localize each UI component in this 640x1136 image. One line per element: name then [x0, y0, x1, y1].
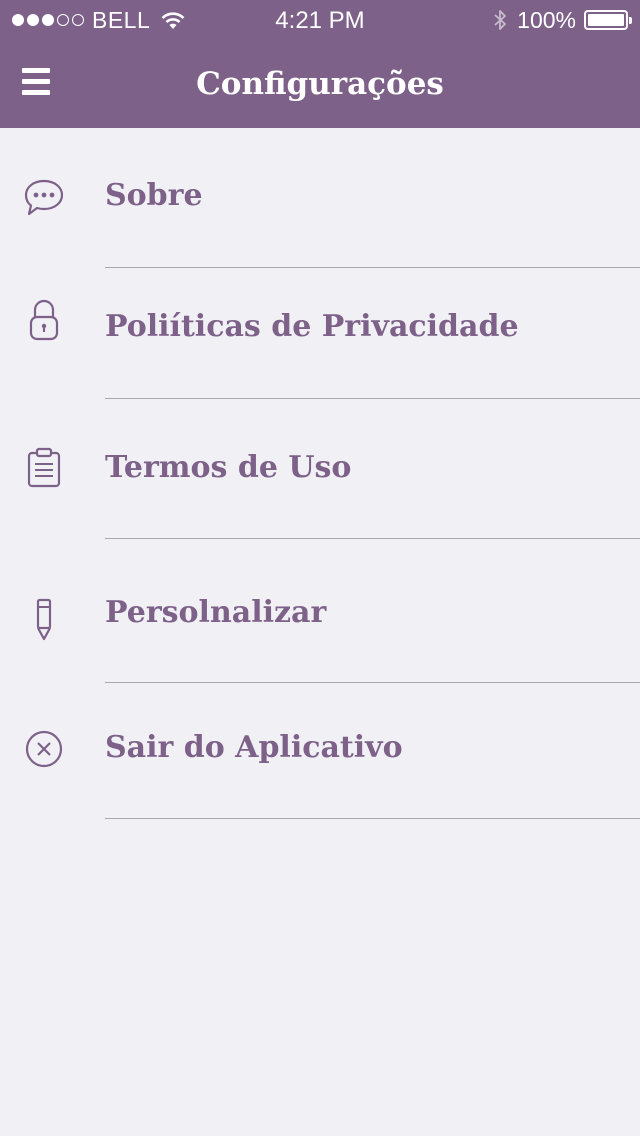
- battery-nub: [629, 17, 632, 24]
- close-circle-icon: [20, 725, 68, 773]
- menu-item-termos[interactable]: Termos de Uso: [0, 399, 640, 539]
- chat-bubble-icon: [20, 174, 68, 222]
- menu-item-label: Sair do Aplicativo: [105, 730, 403, 765]
- pencil-icon: [20, 595, 68, 643]
- menu-item-label: Termos de Uso: [105, 450, 352, 485]
- status-bar: BELL 4:21 PM 100%: [0, 0, 640, 40]
- bluetooth-icon: [493, 8, 507, 32]
- page-title: Configurações: [196, 66, 444, 102]
- battery-fill: [588, 14, 624, 26]
- navigation-bar: BELL 4:21 PM 100% Configurações: [0, 0, 640, 128]
- menu-item-label: Poliíticas de Privacidade: [105, 309, 519, 344]
- battery-percent: 100%: [517, 6, 576, 33]
- status-bar-right: 100%: [493, 6, 632, 33]
- menu-item-sair[interactable]: Sair do Aplicativo: [0, 683, 640, 819]
- menu-item-label: Sobre: [105, 178, 203, 213]
- divider: [105, 818, 640, 819]
- menu-item-label: Persolnalizar: [105, 595, 327, 630]
- menu-item-personalizar[interactable]: Persolnalizar: [0, 539, 640, 683]
- battery-icon: [584, 10, 632, 30]
- menu-item-sobre[interactable]: Sobre: [0, 128, 640, 268]
- clipboard-icon: [20, 444, 68, 492]
- lock-icon: [20, 296, 68, 344]
- menu-item-privacidade[interactable]: Poliíticas de Privacidade: [0, 268, 640, 399]
